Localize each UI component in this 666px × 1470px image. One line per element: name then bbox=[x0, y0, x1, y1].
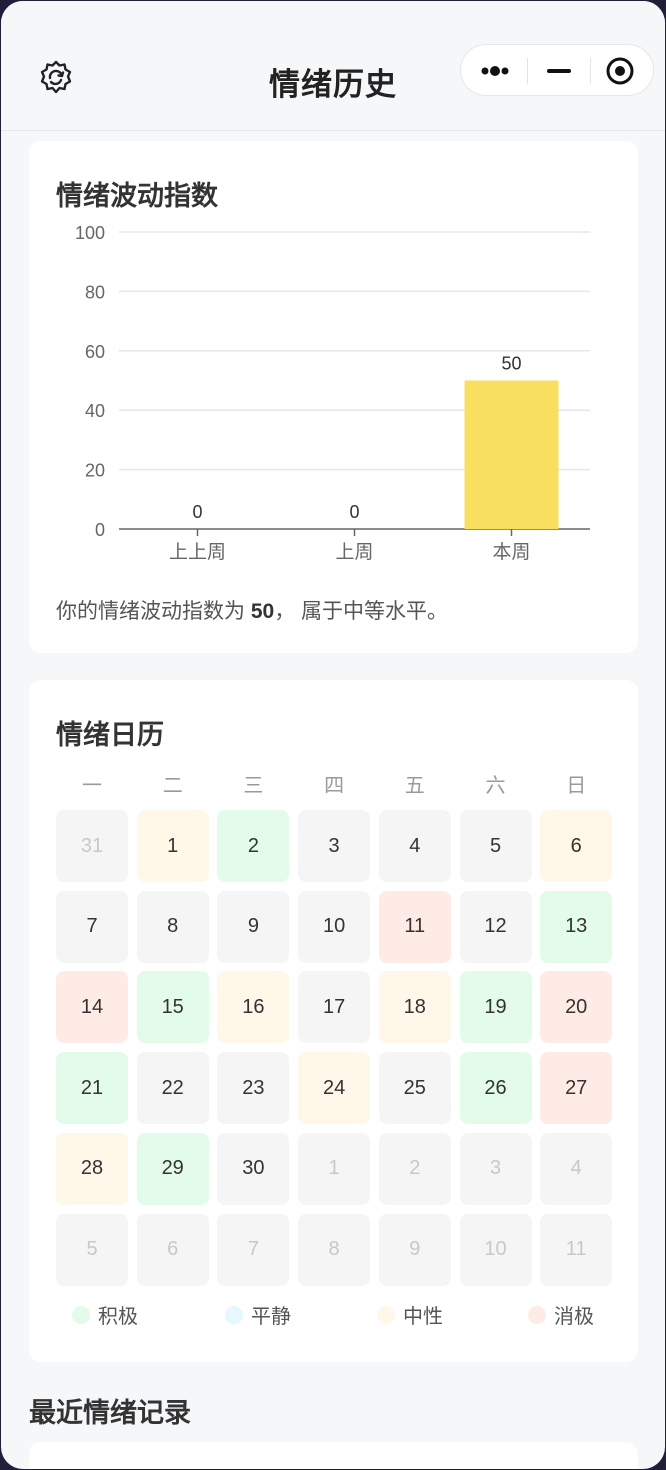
calendar-day[interactable]: 9 bbox=[217, 890, 290, 963]
legend-item: 中性 bbox=[377, 1300, 443, 1329]
calendar-card: 情绪日历 一二三四五六日 31 1 2 3 4 5 6 7 8 9 10 11 12 13 14 15 16 17… bbox=[29, 680, 638, 1362]
legend-dot bbox=[377, 1305, 395, 1324]
calendar-day-outside-month[interactable]: 2 bbox=[378, 1132, 451, 1205]
calendar-day[interactable]: 21 bbox=[56, 1052, 128, 1125]
minimize-icon bbox=[547, 69, 571, 73]
bar bbox=[464, 380, 559, 529]
weekday-label: 日 bbox=[566, 775, 587, 797]
mini-program-capsule bbox=[460, 44, 654, 96]
calendar-day[interactable]: 20 bbox=[540, 971, 613, 1044]
x-tick-label: 上上周 bbox=[169, 541, 226, 563]
calendar-day[interactable]: 16 bbox=[217, 971, 290, 1044]
calendar-day[interactable]: 27 bbox=[540, 1052, 613, 1125]
recent-record-card[interactable] bbox=[29, 1442, 638, 1469]
calendar-title: 情绪日历 bbox=[56, 720, 164, 750]
calendar-day[interactable]: 30 bbox=[217, 1132, 290, 1205]
summary-value: 50 bbox=[250, 600, 275, 623]
weekday-label: 四 bbox=[324, 775, 345, 797]
calendar-day[interactable]: 1 bbox=[136, 810, 209, 882]
close-button[interactable] bbox=[590, 45, 654, 97]
calendar-day[interactable]: 18 bbox=[378, 971, 451, 1044]
x-tick-label: 本周 bbox=[492, 541, 530, 563]
calendar-day[interactable]: 13 bbox=[540, 890, 613, 963]
legend-item: 消极 bbox=[528, 1300, 594, 1329]
recent-records-title: 最近情绪记录 bbox=[29, 1398, 191, 1428]
calendar-day-outside-month[interactable]: 5 bbox=[56, 1213, 128, 1286]
fluctuation-card: 情绪波动指数 0 20 40 60 80 100 0 上上周 0 上周 50 本周 你的情绪波动指数为… bbox=[29, 141, 638, 653]
legend-label: 消极 bbox=[554, 1306, 594, 1328]
y-tick-label: 60 bbox=[85, 342, 105, 362]
calendar-day[interactable]: 22 bbox=[136, 1052, 209, 1125]
calendar-day[interactable]: 3 bbox=[298, 810, 371, 882]
weekday-label: 六 bbox=[485, 775, 506, 797]
fluctuation-bar-chart: 0 20 40 60 80 100 0 上上周 0 上周 50 本周 bbox=[75, 223, 590, 563]
calendar-day[interactable]: 6 bbox=[540, 810, 613, 882]
calendar-day[interactable]: 28 bbox=[56, 1132, 128, 1205]
bar-data-label: 0 bbox=[349, 502, 359, 522]
bar-data-label: 0 bbox=[192, 502, 202, 522]
weekday-label: 三 bbox=[243, 775, 264, 797]
calendar-day-outside-month[interactable]: 4 bbox=[540, 1132, 613, 1205]
calendar-day[interactable]: 19 bbox=[459, 971, 532, 1044]
legend-dot bbox=[225, 1305, 243, 1324]
weekday-label: 二 bbox=[162, 775, 183, 797]
legend-item: 积极 bbox=[72, 1300, 138, 1329]
legend-label: 积极 bbox=[98, 1306, 138, 1328]
legend-label: 平静 bbox=[251, 1306, 291, 1328]
more-button[interactable] bbox=[461, 45, 525, 97]
calendar-day-outside-month[interactable]: 3 bbox=[459, 1132, 532, 1205]
calendar-day[interactable]: 15 bbox=[136, 971, 209, 1044]
target-close-icon bbox=[606, 57, 634, 85]
calendar-day[interactable]: 2 bbox=[217, 810, 290, 882]
calendar-day[interactable]: 26 bbox=[459, 1052, 532, 1125]
more-dots-icon bbox=[481, 66, 509, 76]
legend-dot bbox=[72, 1305, 90, 1324]
bar-data-label: 50 bbox=[501, 354, 521, 374]
mood-legend: 积极 平静 中性 消极 bbox=[56, 1300, 613, 1330]
calendar-day[interactable]: 17 bbox=[298, 971, 371, 1044]
legend-dot bbox=[528, 1305, 546, 1324]
navigation-bar: 情绪历史 bbox=[1, 1, 665, 131]
calendar-day[interactable]: 10 bbox=[298, 890, 371, 963]
calendar-day-outside-month[interactable]: 1 bbox=[298, 1132, 371, 1205]
calendar-day[interactable]: 8 bbox=[136, 890, 209, 963]
y-tick-label: 100 bbox=[75, 223, 105, 243]
weekday-label: 一 bbox=[82, 775, 102, 797]
calendar-day[interactable]: 25 bbox=[378, 1052, 451, 1125]
calendar-day[interactable]: 14 bbox=[56, 971, 128, 1044]
legend-item: 平静 bbox=[225, 1300, 291, 1329]
calendar-day-outside-month[interactable]: 7 bbox=[217, 1213, 290, 1286]
calendar-day-outside-month[interactable]: 6 bbox=[136, 1213, 209, 1286]
calendar-day[interactable]: 24 bbox=[298, 1052, 371, 1125]
calendar-day[interactable]: 29 bbox=[136, 1132, 209, 1205]
y-tick-label: 40 bbox=[85, 401, 105, 421]
calendar-day-outside-month[interactable]: 8 bbox=[298, 1213, 371, 1286]
calendar-day-outside-month[interactable]: 11 bbox=[540, 1213, 613, 1286]
calendar-day[interactable]: 11 bbox=[378, 890, 451, 963]
calendar-day-outside-month[interactable]: 10 bbox=[459, 1213, 532, 1286]
calendar-day-outside-month[interactable]: 9 bbox=[378, 1213, 451, 1286]
weekday-label: 五 bbox=[404, 775, 425, 797]
minimize-button[interactable] bbox=[527, 45, 591, 97]
legend-label: 中性 bbox=[403, 1306, 443, 1328]
calendar-day[interactable]: 5 bbox=[459, 810, 532, 882]
phone-screen: 情绪历史 情绪波动指数 0 20 40 60 80 100 0 上上周 0 上周… bbox=[1, 1, 665, 1469]
calendar-day[interactable]: 4 bbox=[378, 810, 451, 882]
y-tick-label: 0 bbox=[95, 520, 105, 540]
calendar-day[interactable]: 7 bbox=[56, 890, 128, 963]
x-tick-label: 上周 bbox=[335, 541, 373, 563]
fluctuation-summary: 你的情绪波动指数为 50， 属于中等水平。 bbox=[56, 595, 448, 625]
calendar-day[interactable]: 23 bbox=[217, 1052, 290, 1125]
calendar-day[interactable]: 12 bbox=[459, 890, 532, 963]
weekday-header: 一二三四五六日 bbox=[56, 769, 613, 797]
y-tick-label: 20 bbox=[85, 461, 105, 481]
calendar-day-outside-month[interactable]: 31 bbox=[56, 810, 128, 882]
summary-suffix: ， 属于中等水平。 bbox=[274, 600, 449, 623]
summary-prefix: 你的情绪波动指数为 bbox=[56, 600, 251, 623]
y-tick-label: 80 bbox=[85, 282, 105, 302]
